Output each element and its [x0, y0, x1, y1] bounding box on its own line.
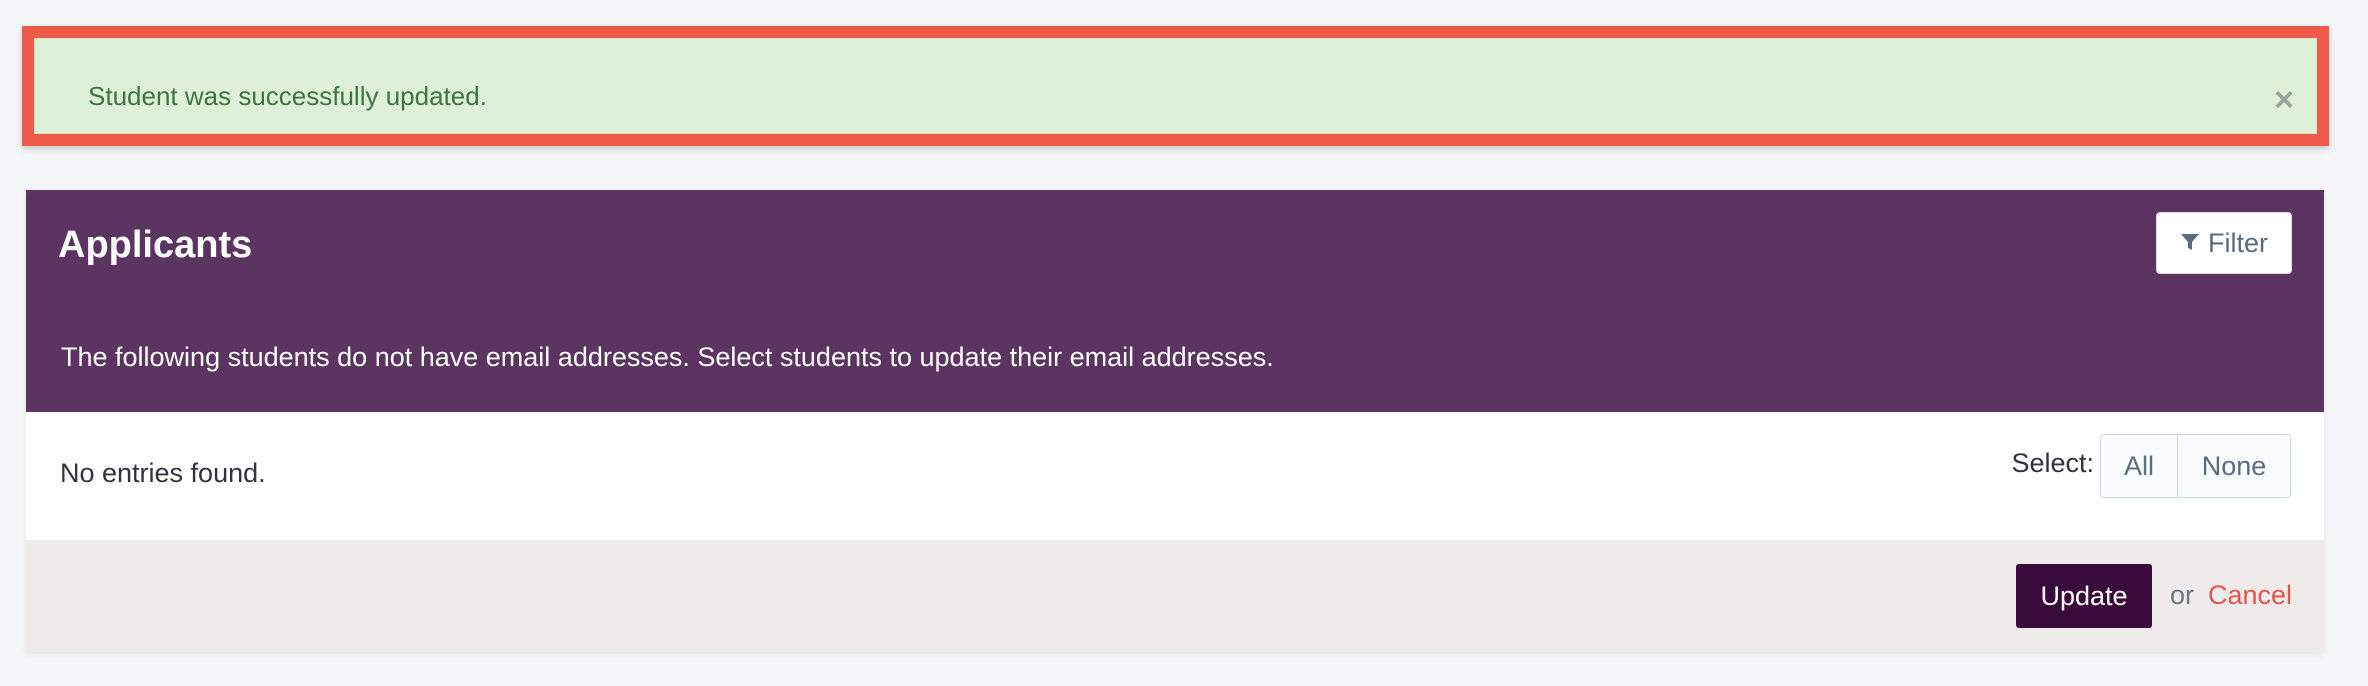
update-button[interactable]: Update [2016, 564, 2152, 628]
select-label: Select: [2011, 448, 2094, 478]
success-alert-highlight: Student was successfully updated. × [22, 26, 2329, 146]
empty-state-text: No entries found. [60, 458, 266, 488]
or-text: or [2169, 580, 2194, 610]
cancel-link[interactable]: Cancel [2208, 582, 2292, 609]
panel-header: Applicants Filter The following students… [26, 190, 2324, 412]
filter-button[interactable]: Filter [2156, 212, 2292, 274]
applicants-panel: Applicants Filter The following students… [26, 190, 2324, 652]
success-alert: Student was successfully updated. × [34, 38, 2317, 134]
page-title: Applicants [58, 224, 253, 266]
select-all-button[interactable]: All [2101, 435, 2178, 497]
panel-footer: Update or Cancel [26, 540, 2324, 652]
filter-icon [2180, 228, 2200, 259]
panel-body: No entries found. Select: All None [26, 412, 2324, 540]
alert-message: Student was successfully updated. [88, 81, 487, 111]
panel-description: The following students do not have email… [61, 342, 1274, 372]
select-button-group: All None [2100, 434, 2291, 498]
close-icon[interactable]: × [2274, 83, 2294, 117]
filter-button-label: Filter [2208, 227, 2268, 258]
select-none-button[interactable]: None [2178, 435, 2290, 497]
